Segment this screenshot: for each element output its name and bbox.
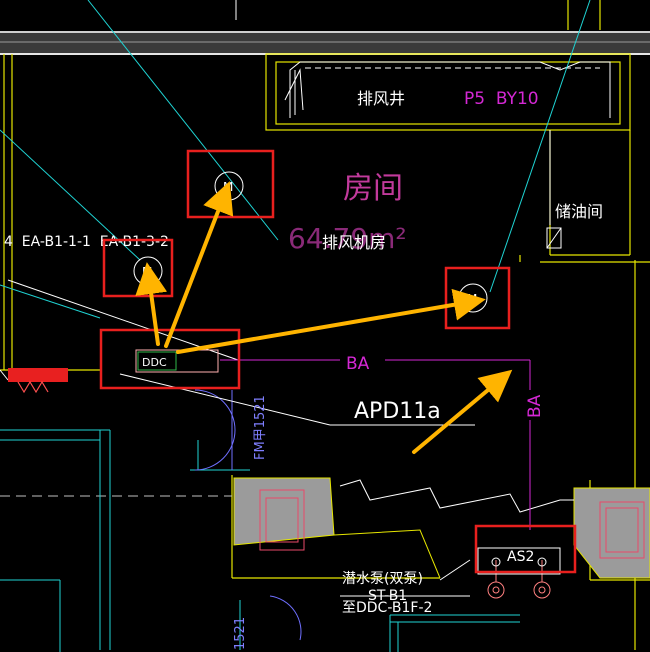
motor-icon: M (142, 265, 152, 279)
fm-tag-label: FM甲1521 (253, 395, 268, 460)
as-tag-label: AS2 (507, 549, 534, 565)
oil-storage-label: 储油间 (555, 202, 603, 221)
fan-room-label: 排风机房 (322, 233, 386, 252)
motor-device-3: M (458, 283, 488, 313)
apd-label: APD11a (354, 399, 441, 424)
duct-lines (0, 0, 475, 426)
fm-tag-label-2: 1521 (233, 617, 248, 650)
cad-drawing: DDC BA BA M M M 排风井 P5 BY10 房间 64.79m² 排… (0, 0, 650, 652)
motor-device-1: M (214, 171, 244, 201)
room-title: 房间 (343, 171, 403, 206)
fan-tags-label: 4 EA-B1-1-1 EA-B1-3-2 (4, 234, 169, 250)
motor-icon: M (223, 180, 233, 194)
pump-label: 潜水泵(双泵) (342, 571, 423, 587)
highlight-boxes (99, 149, 577, 574)
columns (233, 477, 650, 579)
top-beam (0, 31, 650, 55)
arrow-to-motor-1 (164, 181, 234, 348)
shaft-code-label: P5 BY10 (464, 89, 539, 109)
fire-damper-icon (8, 368, 68, 394)
arrow-to-motor-2 (135, 262, 168, 346)
shaft-outline (284, 61, 611, 118)
zigzag-wall (339, 479, 574, 513)
ba-label-horizontal: BA (346, 354, 370, 374)
exhaust-shaft-label: 排风井 (357, 89, 405, 108)
ddc-label: DDC (142, 356, 167, 369)
arrow-to-motor-3 (176, 288, 486, 354)
oil-room-door (546, 130, 562, 249)
to-ddc-label: 至DDC-B1F-2 (342, 600, 432, 616)
highlight-motor-3 (444, 266, 511, 330)
ba-label-vertical: BA (525, 394, 545, 418)
